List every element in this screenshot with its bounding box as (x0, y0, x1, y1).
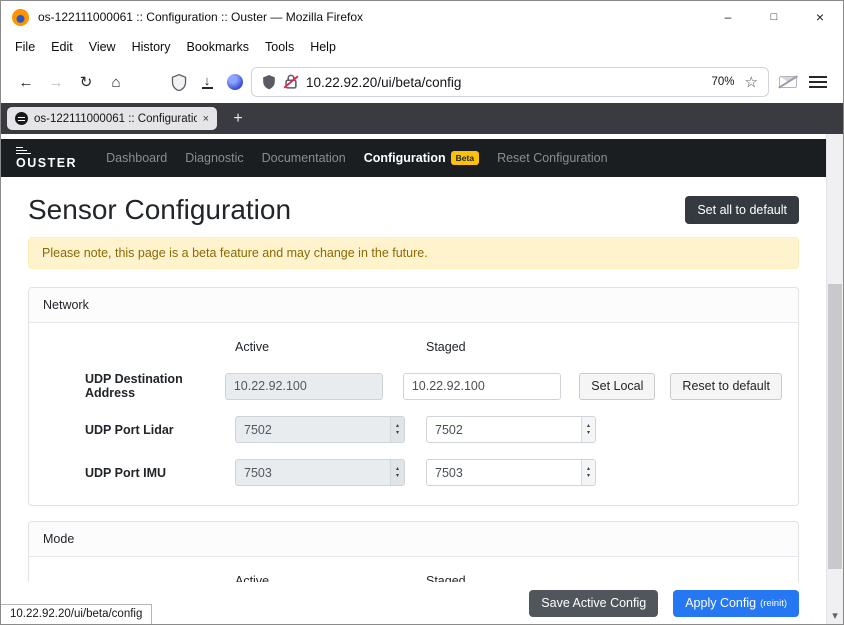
nav-link-reset-configuration[interactable]: Reset Configuration (488, 151, 616, 165)
nav-link-diagnostic[interactable]: Diagnostic (176, 151, 252, 165)
menu-bookmarks[interactable]: Bookmarks (178, 36, 257, 58)
tab-title: os-122111000061 :: Configuratio (34, 113, 197, 125)
row-label: UDP Port IMU (45, 466, 235, 480)
download-icon[interactable]: ↓ (195, 75, 219, 89)
number-spinner-icon: ▴▾ (390, 417, 404, 442)
active-tab[interactable]: os-122111000061 :: Configuratio × (7, 107, 217, 130)
insecure-lock-icon[interactable] (284, 74, 298, 90)
title-bar: os-122111000061 :: Configuration :: Oust… (1, 1, 843, 33)
tab-bar: os-122111000061 :: Configuratio × + (1, 103, 843, 134)
set-local-button[interactable]: Set Local (579, 373, 655, 400)
menu-help[interactable]: Help (302, 36, 344, 58)
minimize-button[interactable]: – (705, 1, 751, 33)
extension-shield-icon[interactable] (171, 74, 187, 91)
menu-history[interactable]: History (124, 36, 179, 58)
browser-content: OUSTER Dashboard Diagnostic Documentatio… (1, 134, 843, 624)
site-navbar: OUSTER Dashboard Diagnostic Documentatio… (1, 139, 826, 177)
scrollbar-thumb[interactable] (828, 284, 842, 569)
ouster-logo[interactable]: OUSTER (16, 147, 77, 170)
maximize-button[interactable]: □ (751, 1, 797, 33)
active-udp-port-lidar-input (235, 416, 405, 443)
staged-column-header: Staged (426, 340, 466, 354)
scrollbar-down-icon[interactable]: ▾ (827, 609, 843, 622)
number-spinner-icon[interactable]: ▴▾ (581, 460, 595, 485)
ouster-favicon-icon (15, 112, 28, 125)
link-preview-status: 10.22.92.20/ui/beta/config (1, 604, 152, 624)
url-text[interactable]: 10.22.92.20/ui/beta/config (306, 75, 704, 90)
back-icon[interactable]: ← (11, 67, 41, 97)
row-label: UDP Destination Address (45, 372, 225, 400)
page-title: Sensor Configuration (28, 194, 291, 226)
nav-link-dashboard[interactable]: Dashboard (97, 151, 176, 165)
number-spinner-icon: ▴▾ (390, 460, 404, 485)
config-row-udp-port-imu: UDP Port IMU ▴▾ (29, 459, 798, 486)
menu-file[interactable]: File (7, 36, 43, 58)
forward-icon: → (41, 67, 71, 97)
number-spinner-icon[interactable]: ▴▾ (581, 417, 595, 442)
tracking-protection-shield-icon[interactable] (262, 74, 276, 90)
sensor-config-page: Sensor Configuration Set all to default … (1, 194, 826, 610)
beta-warning-alert: Please note, this page is a beta feature… (28, 237, 799, 269)
staged-udp-destination-input[interactable] (403, 373, 561, 400)
home-icon[interactable]: ⌂ (101, 67, 131, 97)
send-tab-disabled-icon (779, 76, 797, 88)
page-viewport: OUSTER Dashboard Diagnostic Documentatio… (1, 134, 826, 624)
browser-window: os-122111000061 :: Configuration :: Oust… (0, 0, 844, 625)
network-card-header: Network (29, 288, 798, 323)
firefox-icon (12, 9, 29, 26)
zoom-indicator[interactable]: 70% (712, 76, 735, 88)
ouster-logo-icon (16, 147, 77, 155)
active-udp-destination-input (225, 373, 383, 400)
menu-view[interactable]: View (81, 36, 124, 58)
apply-config-button[interactable]: Apply Config (reinit) (673, 590, 799, 617)
tab-close-icon[interactable]: × (203, 113, 209, 125)
menu-hamburger-icon[interactable] (809, 76, 827, 87)
url-bar[interactable]: 10.22.92.20/ui/beta/config 70% ☆ (251, 67, 769, 97)
close-button[interactable]: × (797, 1, 843, 33)
window-title: os-122111000061 :: Configuration :: Oust… (38, 10, 363, 24)
vertical-scrollbar[interactable]: ▾ (826, 134, 843, 624)
menu-edit[interactable]: Edit (43, 36, 81, 58)
set-all-default-button[interactable]: Set all to default (685, 196, 799, 224)
nav-link-configuration[interactable]: Configuration Beta (355, 151, 488, 165)
staged-udp-port-imu-input[interactable] (426, 459, 596, 486)
new-tab-button[interactable]: + (227, 110, 249, 128)
mode-card-header: Mode (29, 522, 798, 557)
staged-udp-port-lidar-input[interactable] (426, 416, 596, 443)
config-row-udp-destination: UDP Destination Address Set Local Reset … (29, 372, 798, 400)
config-row-udp-port-lidar: UDP Port Lidar ▴▾ (29, 416, 798, 443)
menu-bar: File Edit View History Bookmarks Tools H… (1, 33, 843, 61)
active-column-header: Active (235, 340, 269, 354)
reset-to-default-button[interactable]: Reset to default (670, 373, 782, 400)
extension-globe-icon[interactable] (227, 74, 243, 90)
save-active-config-button[interactable]: Save Active Config (529, 590, 658, 617)
bookmark-star-icon[interactable]: ☆ (745, 73, 758, 91)
network-card: Network Active Staged UDP Destination Ad… (28, 287, 799, 506)
row-label: UDP Port Lidar (45, 423, 235, 437)
active-udp-port-imu-input (235, 459, 405, 486)
beta-badge: Beta (451, 151, 479, 165)
menu-tools[interactable]: Tools (257, 36, 302, 58)
nav-toolbar: ← → ↻ ⌂ ↓ (1, 61, 843, 103)
reload-icon[interactable]: ↻ (71, 67, 101, 97)
nav-link-documentation[interactable]: Documentation (253, 151, 355, 165)
